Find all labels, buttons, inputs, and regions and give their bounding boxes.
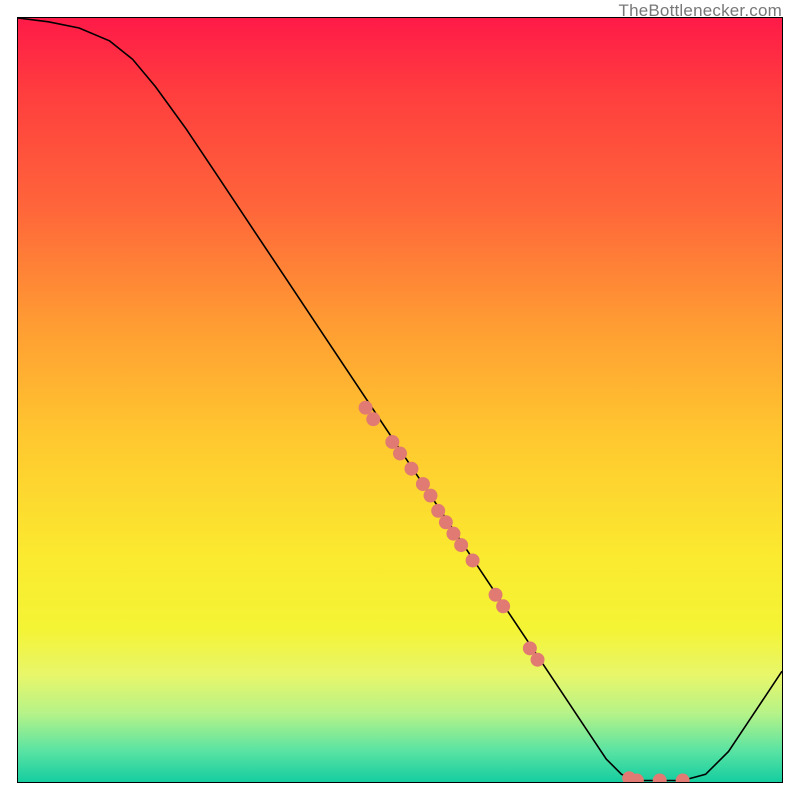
data-point	[404, 462, 418, 476]
data-point	[466, 553, 480, 567]
data-point	[439, 515, 453, 529]
data-point	[454, 538, 468, 552]
data-point	[366, 412, 380, 426]
data-point	[446, 527, 460, 541]
data-point	[489, 588, 503, 602]
data-point	[523, 641, 537, 655]
data-point	[359, 401, 373, 415]
curve-path	[18, 18, 782, 781]
data-point	[653, 774, 667, 782]
data-point	[416, 477, 430, 491]
data-point	[431, 504, 445, 518]
data-point	[385, 435, 399, 449]
data-point	[424, 489, 438, 503]
chart-stage: TheBottlenecker.com	[0, 0, 800, 800]
data-point	[676, 774, 690, 782]
chart-svg	[18, 18, 782, 782]
data-point	[531, 653, 545, 667]
chart-plot-area	[17, 17, 783, 783]
data-point	[393, 446, 407, 460]
scatter-group	[359, 401, 690, 782]
data-point	[496, 599, 510, 613]
